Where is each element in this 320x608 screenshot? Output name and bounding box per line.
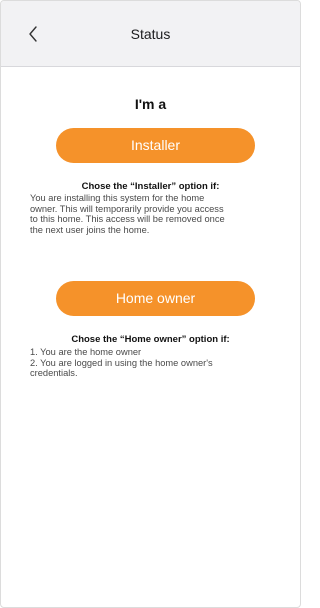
installer-option-description: You are installing this system for the h…: [30, 193, 270, 235]
home-owner-option-title: Chose the “Home owner” option if:: [71, 334, 230, 345]
description-line: owner. This will temporarily provide you…: [30, 203, 224, 214]
installer-option-title: Chose the “Installer” option if:: [81, 181, 220, 192]
home-owner-option-description: 1. You are the home owner 2. You are log…: [30, 347, 270, 379]
navigation-bar: Status: [1, 1, 300, 67]
description-line: 1. You are the home owner: [30, 347, 142, 357]
description-line: to this home. This access will be remove…: [30, 214, 225, 224]
description-line: the next user joins the home.: [30, 224, 150, 235]
description-line: You are installing this system for the h…: [30, 193, 205, 203]
screen: Status I'm a Installer Chose the “Instal…: [0, 0, 301, 608]
page-title: Status: [130, 26, 171, 42]
description-line: 2. You are logged in using the home owne…: [30, 357, 213, 368]
role-heading: I'm a: [134, 96, 167, 112]
installer-button[interactable]: Installer: [56, 128, 255, 163]
home-owner-button[interactable]: Home owner: [56, 281, 255, 316]
description-line: credentials.: [30, 368, 78, 378]
